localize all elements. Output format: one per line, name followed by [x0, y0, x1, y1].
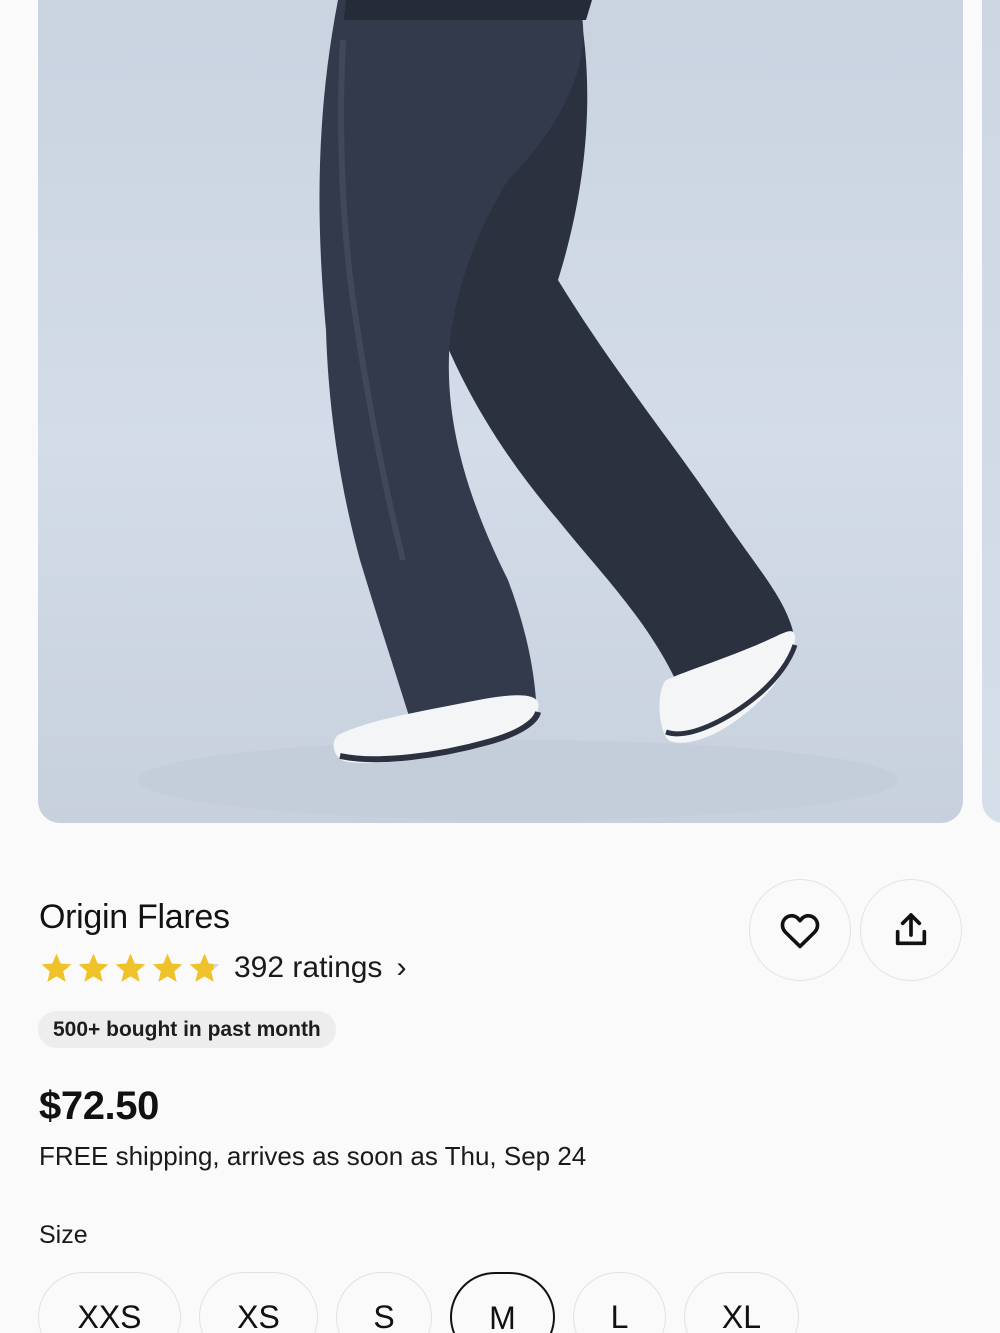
heart-icon	[780, 914, 820, 949]
star-icon	[152, 953, 183, 982]
star-icon	[41, 953, 72, 982]
star-rating	[39, 951, 222, 986]
size-option-s[interactable]: S	[336, 1272, 432, 1333]
star-icon	[115, 953, 146, 982]
size-option-m[interactable]: M	[450, 1272, 555, 1333]
star-icon	[78, 953, 109, 982]
image-carousel[interactable]	[0, 0, 1000, 824]
size-option-xs[interactable]: XS	[199, 1272, 318, 1333]
share-icon	[895, 913, 927, 946]
rating-row: 392 ratings ›	[39, 948, 406, 988]
price: $72.50	[39, 1084, 159, 1128]
chevron-right-icon: ›	[396, 951, 407, 984]
ratings-count: 392 ratings	[234, 951, 383, 984]
size-option-l[interactable]: L	[573, 1272, 666, 1333]
size-option-xl[interactable]: XL	[684, 1272, 799, 1333]
next-image-peek[interactable]	[982, 0, 1000, 823]
size-option-xxs[interactable]: XXS	[38, 1272, 181, 1333]
share-button[interactable]	[860, 879, 962, 981]
ratings-link[interactable]: 392 ratings ›	[234, 951, 406, 985]
product-page: Origin Flares 392 ratings › 500+ bought …	[0, 0, 1000, 1333]
size-label: Size	[39, 1221, 88, 1249]
shipping-info: FREE shipping, arrives as soon as Thu, S…	[39, 1141, 587, 1171]
product-title: Origin Flares	[39, 898, 230, 936]
star-icon	[189, 953, 220, 982]
bought-badge: 500+ bought in past month	[38, 1011, 336, 1048]
favorite-button[interactable]	[749, 879, 851, 981]
product-photo	[138, 0, 898, 820]
product-image[interactable]	[38, 0, 963, 823]
